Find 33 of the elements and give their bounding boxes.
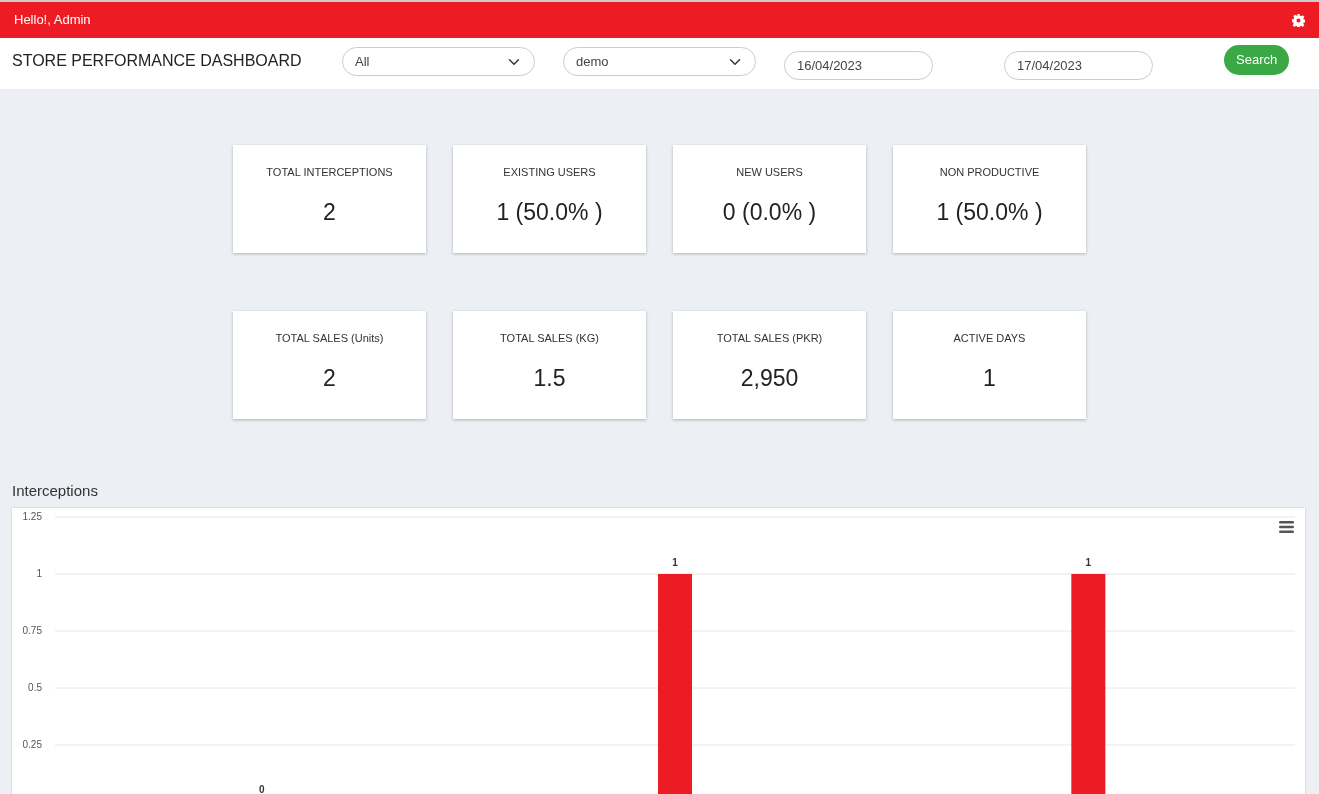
menu-icon[interactable] xyxy=(1279,520,1294,533)
stat-value: 2 xyxy=(322,197,337,227)
data-label: 0 xyxy=(258,783,265,794)
stat-label: NEW USERS xyxy=(735,165,804,180)
stat-label: NON PRODUCTIVE xyxy=(938,165,1041,180)
axis-label: 1.25 xyxy=(22,510,42,522)
axis-label: 1 xyxy=(36,567,42,579)
page-title: STORE PERFORMANCE DASHBOARD xyxy=(12,50,303,71)
stat-value: 1 xyxy=(982,363,997,393)
stat-value: 0 (0.0% ) xyxy=(721,197,818,227)
stat-label: ACTIVE DAYS xyxy=(952,331,1027,346)
axis-label: 0.5 xyxy=(28,681,42,693)
greeting-text: Hello!, Admin xyxy=(14,11,91,30)
axis-label: 0.25 xyxy=(22,738,42,750)
stat-label: EXISTING USERS xyxy=(502,165,597,180)
stat-label: TOTAL SALES (KG) xyxy=(499,331,600,346)
stat-value: 1 (50.0% ) xyxy=(935,197,1044,227)
section-title: Interceptions xyxy=(11,481,99,501)
stat-value: 1 (50.0% ) xyxy=(495,197,604,227)
stat-value: 2 xyxy=(322,363,337,393)
data-label: 1 xyxy=(1085,556,1092,568)
date-field[interactable]: 16/04/2023 xyxy=(784,51,933,80)
stat-label: TOTAL INTERCEPTIONS xyxy=(265,165,394,180)
stat-label: TOTAL SALES (Units) xyxy=(274,331,385,346)
data-label: 1 xyxy=(672,556,678,568)
axis-label: 0.75 xyxy=(22,624,42,636)
stat-value: 2,950 xyxy=(739,363,800,393)
settings-icon[interactable] xyxy=(1292,13,1305,27)
dropdown[interactable]: demo xyxy=(563,47,756,76)
date-field[interactable]: 17/04/2023 xyxy=(1004,51,1153,80)
dropdown[interactable]: All xyxy=(342,47,535,76)
stat-value: 1.5 xyxy=(532,363,567,393)
stat-label: TOTAL SALES (PKR) xyxy=(715,331,824,346)
